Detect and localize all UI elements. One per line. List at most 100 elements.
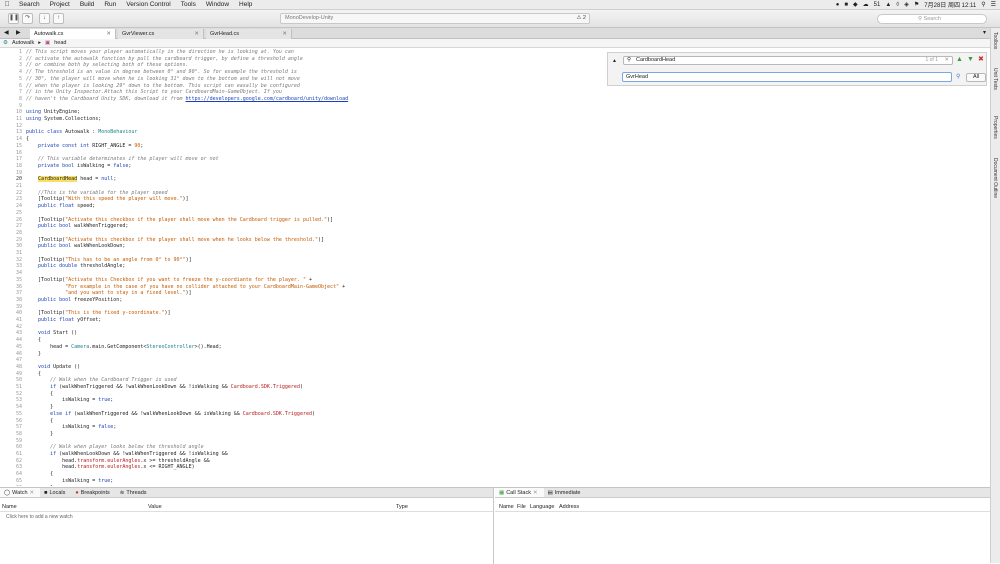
- unit-tests-tab[interactable]: Unit Tests: [992, 68, 998, 90]
- menu-version-control[interactable]: Version Control: [121, 1, 175, 8]
- tab-autowalk[interactable]: Autowalk.cs ✕: [30, 29, 116, 39]
- shield-icon[interactable]: ◆: [853, 1, 858, 8]
- code-line[interactable]: 7 // in the Unity Inspector.Attach this S…: [0, 89, 990, 96]
- close-icon[interactable]: ✕: [194, 29, 199, 39]
- apple-icon[interactable]: : [0, 1, 14, 8]
- cloud-icon[interactable]: ☁: [863, 1, 869, 8]
- code-line[interactable]: 58 }: [0, 431, 990, 438]
- wechat-icon[interactable]: ●: [836, 2, 840, 8]
- find-input[interactable]: ⚲ CardboardHead 1 of 1 ✕: [623, 56, 953, 65]
- menu-help[interactable]: Help: [234, 1, 257, 8]
- code-line[interactable]: 13 public class Autowalk : MonoBehaviour: [0, 129, 990, 136]
- menu-project[interactable]: Project: [45, 1, 75, 8]
- code-line[interactable]: 57 isWalking = false;: [0, 424, 990, 431]
- code-line[interactable]: 60 // Walk when player looks below the t…: [0, 444, 990, 451]
- stop-icon[interactable]: ❚❚: [8, 13, 19, 24]
- column-address[interactable]: Address: [559, 503, 579, 511]
- code-line[interactable]: 59: [0, 438, 990, 445]
- code-line[interactable]: 64 {: [0, 471, 990, 478]
- properties-tab[interactable]: Properties: [992, 116, 998, 139]
- document-outline-tab[interactable]: Document Outline: [992, 158, 998, 198]
- nav-forward-icon[interactable]: ▶: [16, 28, 21, 38]
- code-line[interactable]: 33 public double thresholdAngle;: [0, 263, 990, 270]
- column-name[interactable]: Name: [499, 503, 514, 511]
- close-find-icon[interactable]: ✖: [978, 56, 984, 64]
- code-line[interactable]: 40 [Tooltip("This is the fixed y-coordin…: [0, 310, 990, 317]
- list-icon[interactable]: ☰: [991, 1, 996, 8]
- find-options-icon[interactable]: ▲: [612, 57, 617, 65]
- code-line[interactable]: 63 head.transform.eulerAngles.x <= RIGHT…: [0, 464, 990, 471]
- close-icon[interactable]: ✕: [533, 488, 538, 498]
- code-line[interactable]: 45 head = Camera.main.GetComponent<Stere…: [0, 344, 990, 351]
- menu-search[interactable]: Search: [14, 1, 45, 8]
- wifi-icon[interactable]: ◈: [904, 1, 909, 8]
- code-line[interactable]: 37 "and you want to stay in a fixed leve…: [0, 290, 990, 297]
- step-out-icon[interactable]: ↑: [53, 13, 64, 24]
- code-line[interactable]: 44 {: [0, 337, 990, 344]
- code-line[interactable]: 16: [0, 150, 990, 157]
- code-line[interactable]: 46 }: [0, 351, 990, 358]
- code-line[interactable]: 27 public bool walkWhenTriggered;: [0, 223, 990, 230]
- tab-gvrhead[interactable]: GvrHead.cs ✕: [206, 29, 292, 39]
- code-line[interactable]: 49 {: [0, 371, 990, 378]
- code-line[interactable]: 55 else if (walkWhenTriggered && !walkWh…: [0, 411, 990, 418]
- step-over-icon[interactable]: ↷: [22, 13, 33, 24]
- column-name[interactable]: Name: [2, 503, 17, 511]
- warning-count[interactable]: ⚠ 2: [576, 14, 586, 23]
- code-line[interactable]: 11 using System.Collections;: [0, 116, 990, 123]
- code-line[interactable]: 19: [0, 170, 990, 177]
- tab-immediate[interactable]: ▤ Immediate: [544, 488, 587, 497]
- tab-list-icon[interactable]: ▾: [983, 28, 986, 38]
- step-in-icon[interactable]: ↓: [39, 13, 50, 24]
- code-line[interactable]: 35 [Tooltip("Activate this Checkbox if y…: [0, 277, 990, 284]
- code-line[interactable]: 21: [0, 183, 990, 190]
- code-line[interactable]: 20 CardboardHead head = null;: [0, 176, 990, 183]
- menu-build[interactable]: Build: [75, 1, 99, 8]
- tab-gvrviewer[interactable]: GvrViewer.cs ✕: [118, 29, 204, 39]
- flag-icon[interactable]: ⚑: [914, 1, 919, 8]
- code-line[interactable]: 47: [0, 357, 990, 364]
- add-watch-hint[interactable]: Click here to add a new watch: [6, 514, 73, 520]
- column-type[interactable]: Type: [396, 503, 408, 511]
- code-line[interactable]: 52 {: [0, 391, 990, 398]
- code-line[interactable]: 66 }: [0, 485, 990, 487]
- code-line[interactable]: 51 if (walkWhenTriggered && !walkWhenLoo…: [0, 384, 990, 391]
- code-line[interactable]: 50 // Walk when the Cardboard Trigger is…: [0, 377, 990, 384]
- close-icon[interactable]: ✕: [282, 29, 287, 39]
- breadcrumb-class[interactable]: Autowalk: [12, 39, 34, 47]
- replace-input[interactable]: GvrHead: [622, 72, 952, 82]
- notification-badge[interactable]: 51: [874, 2, 881, 8]
- code-line[interactable]: 28: [0, 230, 990, 237]
- nav-back-icon[interactable]: ◀: [4, 28, 9, 38]
- replace-icon[interactable]: ⚲: [956, 73, 960, 81]
- close-icon[interactable]: ✕: [106, 29, 111, 39]
- vpn-icon[interactable]: ▲: [885, 2, 891, 8]
- toolbox-tab[interactable]: Toolbox: [992, 32, 998, 49]
- close-icon[interactable]: ✕: [30, 488, 35, 498]
- code-line[interactable]: 14 {: [0, 136, 990, 143]
- column-value[interactable]: Value: [148, 503, 162, 511]
- code-line[interactable]: 10 using UnityEngine;: [0, 109, 990, 116]
- clock-text[interactable]: 7月28日 周四 12:11: [924, 0, 976, 9]
- code-line[interactable]: 25: [0, 210, 990, 217]
- code-line[interactable]: 26 [Tooltip("Activate this checkbox if t…: [0, 217, 990, 224]
- code-line[interactable]: 9: [0, 103, 990, 110]
- tab-threads[interactable]: ≋ Threads: [116, 488, 153, 497]
- search-input[interactable]: ⚲ Search: [877, 14, 987, 24]
- column-language[interactable]: Language: [530, 503, 554, 511]
- menu-tools[interactable]: Tools: [176, 1, 201, 8]
- code-line[interactable]: 17 // This variable determinates if the …: [0, 156, 990, 163]
- code-line[interactable]: 24 public float speed;: [0, 203, 990, 210]
- bluetooth-icon[interactable]: ◊: [896, 2, 899, 8]
- tab-call-stack[interactable]: ▦ Call Stack ✕: [495, 488, 544, 497]
- menu-window[interactable]: Window: [201, 1, 234, 8]
- code-line[interactable]: 36 "For example in the case of you have …: [0, 284, 990, 291]
- code-line[interactable]: 34: [0, 270, 990, 277]
- spotlight-icon[interactable]: ⚲: [981, 1, 985, 8]
- tab-locals[interactable]: ■ Locals: [40, 488, 71, 497]
- code-editor[interactable]: 1 // This script moves your player automa…: [0, 48, 990, 486]
- code-line[interactable]: 22 //This is the variable for the player…: [0, 190, 990, 197]
- code-line[interactable]: 48 void Update (): [0, 364, 990, 371]
- tab-watch[interactable]: ◯ Watch ✕: [0, 488, 41, 498]
- tab-breakpoints[interactable]: ● Breakpoints: [71, 488, 115, 497]
